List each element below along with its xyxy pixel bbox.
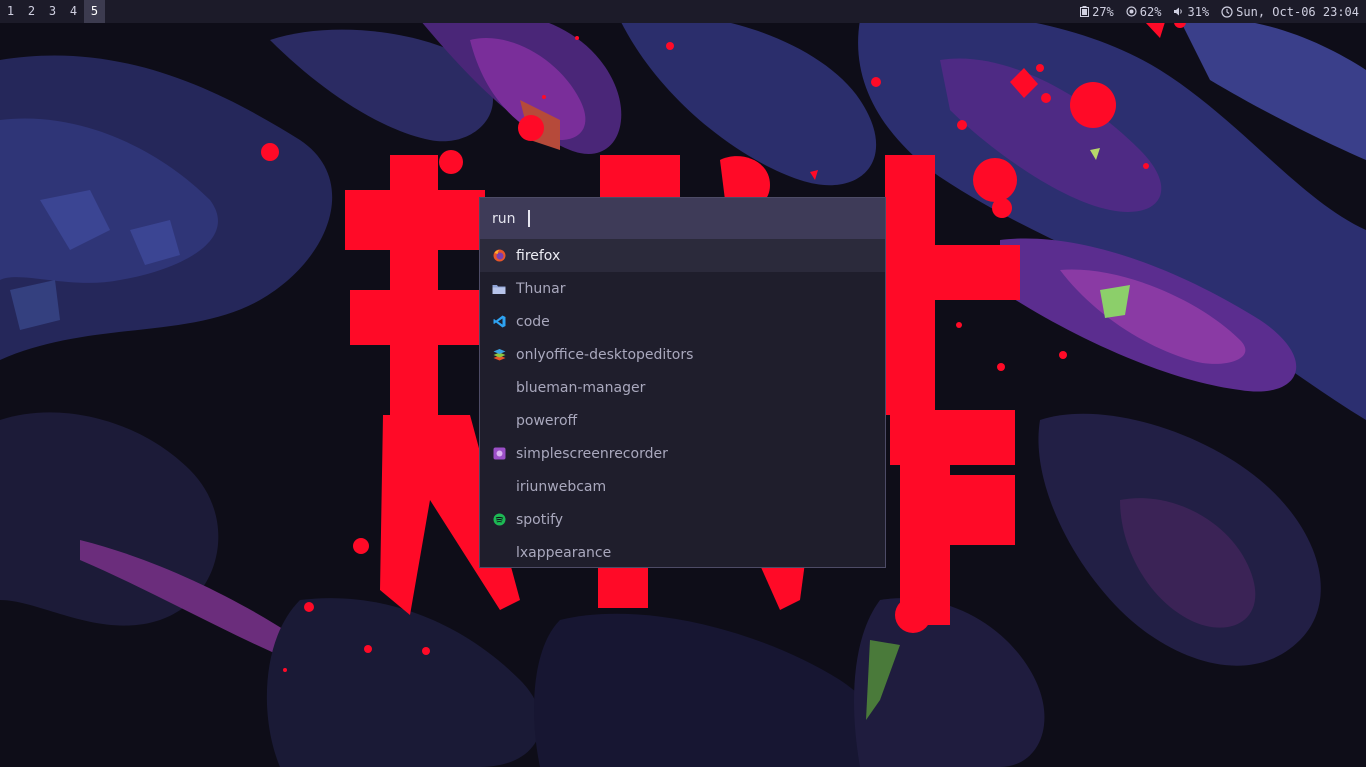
launcher-entry-label: simplescreenrecorder: [516, 445, 668, 462]
launcher-entry-onlyoffice[interactable]: onlyoffice-desktopeditors: [480, 338, 885, 371]
battery-icon: [1080, 6, 1090, 17]
clock-value: Sun, Oct-06 23:04: [1236, 4, 1359, 19]
cpu-module[interactable]: 62%: [1126, 4, 1162, 19]
text-caret: [527, 210, 530, 227]
cpu-icon: [1126, 6, 1137, 17]
launcher-entry-label: blueman-manager: [516, 379, 646, 396]
launcher-entry-list: firefox Thunar code onlyoffice-desktoped…: [480, 239, 885, 569]
launcher-entry-simplescreenrecorder[interactable]: simplescreenrecorder: [480, 437, 885, 470]
spotify-icon: [492, 513, 506, 527]
launcher-entry-firefox[interactable]: firefox: [480, 239, 885, 272]
workspace-1-button[interactable]: 1: [0, 0, 21, 23]
launcher-entry-lxappearance[interactable]: lxappearance: [480, 536, 885, 569]
launcher-entry-label: poweroff: [516, 412, 578, 429]
workspace-5-button[interactable]: 5: [84, 0, 105, 23]
battery-value: 27%: [1092, 4, 1114, 19]
volume-value: 31%: [1187, 4, 1210, 19]
battery-module[interactable]: 27%: [1080, 5, 1114, 19]
folder-icon: [492, 282, 506, 296]
workspace-switcher: 1 2 3 4 5: [0, 0, 105, 23]
volume-module[interactable]: 31%: [1173, 5, 1209, 19]
onlyoffice-icon: [492, 348, 506, 362]
launcher-entry-label: onlyoffice-desktopeditors: [516, 346, 694, 363]
launcher-entry-spotify[interactable]: spotify: [480, 503, 885, 536]
cpu-value: 62%: [1139, 4, 1162, 19]
launcher-prompt-label: run: [492, 210, 516, 227]
launcher-entry-poweroff[interactable]: poweroff: [480, 404, 885, 437]
top-status-bar: 1 2 3 4 5 27% 62% 31% Sun, Oct-06 23:04: [0, 0, 1366, 23]
launcher-entry-label: Thunar: [516, 280, 566, 297]
status-modules: 27% 62% 31% Sun, Oct-06 23:04: [1080, 0, 1366, 23]
launcher-entry-label: firefox: [516, 247, 561, 264]
launcher-entry-thunar[interactable]: Thunar: [480, 272, 885, 305]
app-launcher: run firefox Thunar code onlyoffice-deskt…: [479, 197, 886, 568]
vscode-icon: [492, 315, 506, 329]
launcher-entry-label: lxappearance: [516, 544, 612, 561]
launcher-entry-label: spotify: [516, 511, 564, 528]
volume-icon: [1174, 7, 1183, 16]
firefox-icon: [492, 249, 506, 263]
launcher-entry-label: code: [516, 313, 550, 330]
launcher-entry-blueman-manager[interactable]: blueman-manager: [480, 371, 885, 404]
clock-module[interactable]: Sun, Oct-06 23:04: [1221, 5, 1359, 19]
launcher-search-input[interactable]: [527, 210, 530, 227]
launcher-entry-code[interactable]: code: [480, 305, 885, 338]
launcher-prompt-row: run: [480, 198, 885, 239]
workspace-2-button[interactable]: 2: [21, 0, 42, 23]
clock-icon: [1221, 5, 1233, 18]
launcher-entry-label: iriunwebcam: [516, 478, 607, 495]
screen-recorder-icon: [492, 447, 506, 461]
workspace-3-button[interactable]: 3: [42, 0, 63, 23]
workspace-4-button[interactable]: 4: [63, 0, 84, 23]
launcher-entry-iriunwebcam[interactable]: iriunwebcam: [480, 470, 885, 503]
